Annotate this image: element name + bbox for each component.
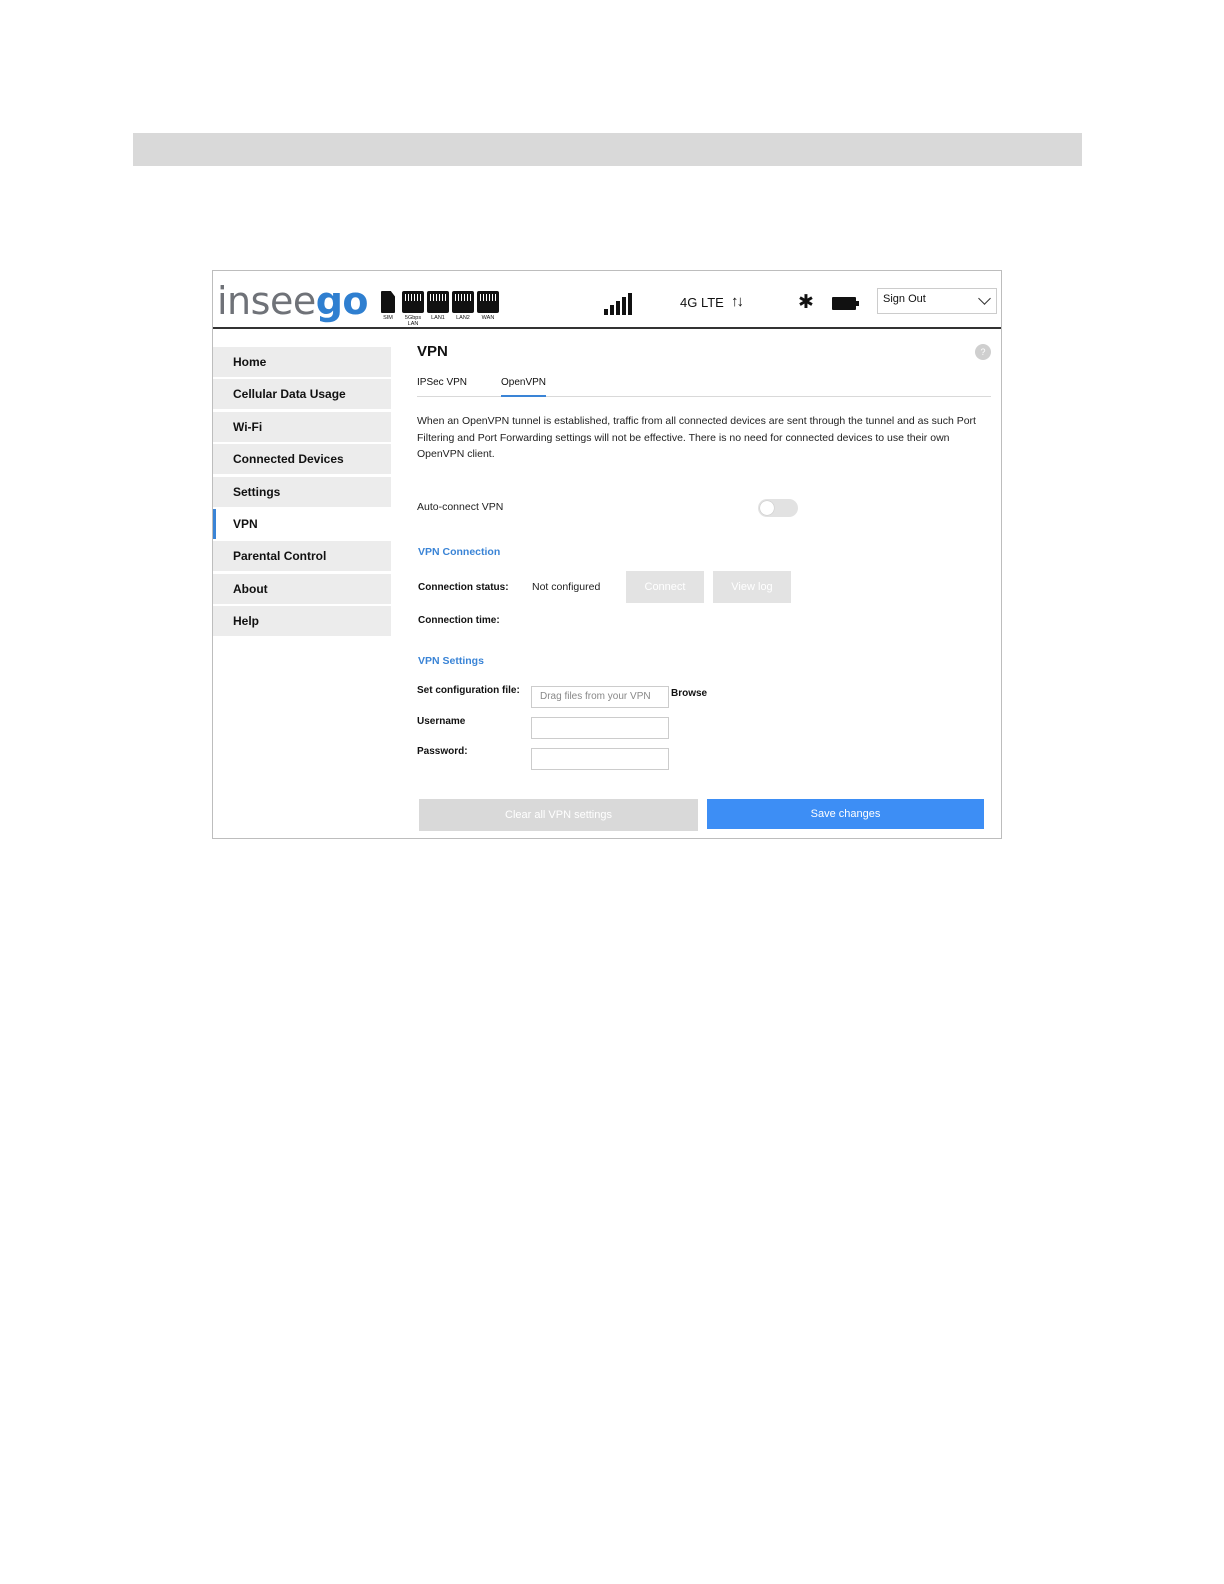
- vpn-tabs: IPSec VPN OpenVPN: [417, 375, 991, 397]
- sidebar-item-vpn[interactable]: VPN: [213, 508, 391, 539]
- clear-vpn-settings-button[interactable]: Clear all VPN settings: [419, 799, 698, 831]
- sim-icon: SIM: [381, 291, 401, 321]
- wan-label: WAN: [481, 315, 495, 321]
- sidebar-item-label: Cellular Data Usage: [233, 387, 346, 402]
- logo-text-b: go: [315, 279, 369, 323]
- sidebar-nav: Home Cellular Data Usage Wi-Fi Connected…: [213, 347, 391, 639]
- sidebar-item-label: Home: [233, 355, 267, 369]
- lan2-label: LAN2: [456, 315, 470, 321]
- auto-connect-label: Auto-connect VPN: [417, 501, 504, 513]
- sim-label: SIM: [383, 315, 393, 321]
- sidebar-item-wifi[interactable]: Wi-Fi: [213, 411, 391, 442]
- tab-openvpn[interactable]: OpenVPN: [501, 377, 547, 397]
- sidebar-item-connected-devices[interactable]: Connected Devices: [213, 444, 391, 475]
- config-file-label: Set configuration file:: [417, 685, 520, 696]
- password-label: Password:: [417, 746, 468, 757]
- save-changes-button[interactable]: Save changes: [707, 799, 984, 829]
- sidebar-item-label: Settings: [233, 484, 281, 499]
- browse-button[interactable]: Browse: [671, 688, 707, 699]
- chevron-down-icon: [978, 292, 991, 305]
- sidebar-item-parental-control[interactable]: Parental Control: [213, 541, 391, 572]
- sidebar-item-settings[interactable]: Settings: [213, 476, 391, 507]
- toggle-knob: [760, 501, 774, 515]
- account-dropdown-label: Sign Out: [883, 293, 926, 305]
- lan1-label: LAN1: [431, 315, 445, 321]
- sidebar-item-help[interactable]: Help: [213, 606, 391, 637]
- tab-ipsec-vpn[interactable]: IPSec VPN: [417, 377, 467, 397]
- sidebar-item-label: Parental Control: [233, 549, 327, 564]
- password-input[interactable]: [531, 748, 669, 770]
- signal-strength-icon: [604, 293, 632, 315]
- account-dropdown[interactable]: Sign Out: [877, 288, 997, 314]
- network-type: 4G LTE: [680, 295, 724, 310]
- vpn-connection-heading: VPN Connection: [418, 546, 501, 558]
- auto-connect-toggle[interactable]: [758, 499, 798, 517]
- router-admin-screenshot: inseego SIM 5Gbps LAN LAN1 LAN2 WAN 4G L…: [212, 270, 1002, 839]
- lan-5gbps-label: 5Gbps LAN: [404, 315, 422, 327]
- username-label: Username: [417, 716, 466, 727]
- inseego-logo: inseego: [217, 279, 369, 323]
- connection-status-value: Not configured: [532, 581, 601, 593]
- sidebar-item-label: About: [233, 581, 268, 596]
- sidebar-item-label: VPN: [233, 516, 258, 531]
- lan-5gbps-port-icon: 5Gbps LAN: [402, 291, 426, 327]
- logo-text-a: insee: [217, 279, 316, 323]
- sidebar-item-label: Wi-Fi: [233, 419, 263, 434]
- openvpn-description: When an OpenVPN tunnel is established, t…: [417, 415, 976, 460]
- view-log-button[interactable]: View log: [713, 571, 791, 603]
- connect-button[interactable]: Connect: [626, 571, 704, 603]
- lan1-port-icon: LAN1: [427, 291, 451, 321]
- sidebar-item-label: Connected Devices: [233, 452, 344, 467]
- sidebar-item-cellular-data-usage[interactable]: Cellular Data Usage: [213, 379, 391, 410]
- wan-port-icon: WAN: [477, 291, 501, 321]
- battery-icon: [832, 297, 859, 310]
- document-header-bar: [133, 133, 1082, 166]
- top-header: inseego SIM 5Gbps LAN LAN1 LAN2 WAN 4G L…: [213, 271, 1001, 329]
- connection-time-label: Connection time:: [418, 615, 500, 626]
- config-file-dropzone[interactable]: Drag files from your VPN: [531, 686, 669, 708]
- sidebar-item-label: Help: [233, 614, 260, 629]
- sidebar-item-about[interactable]: About: [213, 573, 391, 604]
- connection-status-label: Connection status:: [418, 582, 509, 593]
- sidebar-item-home[interactable]: Home: [213, 347, 391, 377]
- data-transfer-icon: ↑↓: [731, 293, 744, 310]
- vpn-settings-heading: VPN Settings: [418, 655, 484, 667]
- page-title: VPN: [417, 343, 448, 360]
- lan2-port-icon: LAN2: [452, 291, 476, 321]
- username-input[interactable]: [531, 717, 669, 739]
- help-icon[interactable]: ?: [975, 344, 991, 360]
- bluetooth-icon: ✱: [798, 292, 814, 313]
